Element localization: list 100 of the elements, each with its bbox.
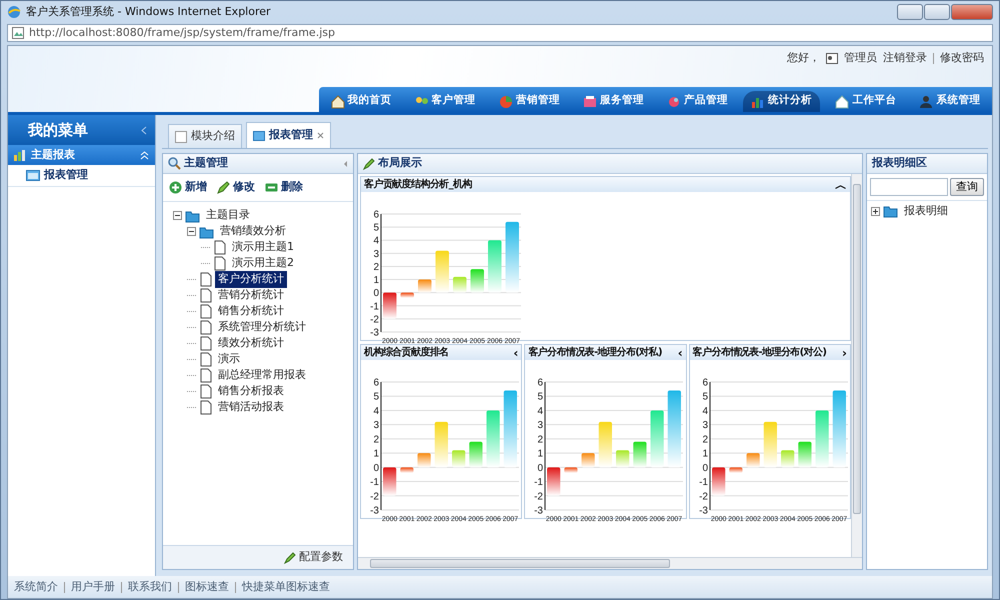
nav-tab[interactable]: 系统管理 xyxy=(911,91,988,112)
user-card-icon xyxy=(826,52,838,64)
bar-chart-icon xyxy=(751,95,766,109)
header-link[interactable]: 修改密码 xyxy=(940,50,984,66)
y-tick-label: -3 xyxy=(370,328,379,338)
y-tick-label: 5 xyxy=(702,392,708,403)
collapse-icon[interactable] xyxy=(344,160,348,166)
footer-link[interactable]: 快捷菜单图标速查 xyxy=(242,578,330,596)
toggle-button[interactable]: ‹ xyxy=(513,346,518,358)
tree-item[interactable]: 客户分析统计 xyxy=(215,271,287,288)
bar xyxy=(469,442,482,468)
sidebar-title: 我的菜单 xyxy=(28,120,88,141)
collapse-icon[interactable] xyxy=(141,126,147,134)
tree-item[interactable]: 主题目录 xyxy=(203,207,253,224)
nav-tab[interactable]: 客户管理 xyxy=(406,91,484,112)
toggle-button[interactable]: ︿ xyxy=(835,178,847,190)
nav-tab[interactable]: 营销管理 xyxy=(490,91,568,112)
document-icon xyxy=(199,352,212,367)
address-bar[interactable]: http://localhost:8080/frame/jsp/system/frame/frame.jsp xyxy=(7,24,993,42)
header-link[interactable]: 注销登录 xyxy=(883,50,927,66)
document-icon xyxy=(213,256,226,271)
tree-item[interactable]: 演示 xyxy=(215,351,243,368)
y-tick-label: -2 xyxy=(370,314,379,326)
collapse-toggle-icon[interactable] xyxy=(173,211,182,220)
scrollbar[interactable] xyxy=(851,174,862,557)
page-icon xyxy=(12,27,24,39)
footer-link[interactable]: 系统简介 xyxy=(14,578,58,596)
y-tick-label: 4 xyxy=(373,236,379,247)
nav-tab[interactable]: 产品管理 xyxy=(659,91,736,112)
folder-icon xyxy=(883,204,898,218)
tree-item[interactable]: 销售分析统计 xyxy=(215,303,287,320)
pencil-icon xyxy=(284,552,296,564)
y-tick-label: 2 xyxy=(373,262,379,273)
y-tick-label: -3 xyxy=(370,506,379,516)
bar xyxy=(488,240,502,293)
collapse-toggle-icon[interactable] xyxy=(187,227,196,236)
maximize-button[interactable] xyxy=(924,4,950,20)
bar xyxy=(780,450,794,468)
bar xyxy=(418,280,432,293)
panel-title: 报表明细区 xyxy=(872,155,927,172)
y-tick-label: 2 xyxy=(702,434,708,446)
greeting-text: 您好， xyxy=(787,50,820,66)
nav-tab[interactable]: 服务管理 xyxy=(574,91,652,112)
nav-tab[interactable]: 统计分析 xyxy=(743,91,820,112)
scrollbar[interactable] xyxy=(358,557,862,569)
footer-link[interactable]: 用户手册 xyxy=(71,578,115,596)
nav-tab[interactable]: 工作平台 xyxy=(827,91,904,112)
bar xyxy=(798,442,812,468)
y-tick-label: 3 xyxy=(538,420,544,432)
search-button[interactable]: 查询 xyxy=(950,178,984,196)
bar xyxy=(486,410,500,468)
expand-toggle-icon[interactable] xyxy=(871,206,880,216)
tree-item[interactable]: 绩效分析统计 xyxy=(215,335,287,352)
tree-item[interactable]: 演示用主题1 xyxy=(229,239,297,256)
bar xyxy=(746,453,760,468)
toolbar-button[interactable]: 删除 xyxy=(265,179,303,196)
tree-item[interactable]: 演示用主题2 xyxy=(229,255,297,272)
bar xyxy=(547,467,561,496)
tree-item[interactable]: 营销绩效分析 xyxy=(217,223,289,240)
toolbar-button[interactable]: 修改 xyxy=(217,179,255,196)
document-icon xyxy=(199,368,212,383)
footer-link[interactable]: 联系我们 xyxy=(128,578,172,596)
tab[interactable]: 报表管理 xyxy=(246,122,331,148)
bar xyxy=(436,250,449,293)
tree-item[interactable]: 系统管理分析统计 xyxy=(215,319,309,336)
menu-group[interactable]: 主题报表 xyxy=(8,145,155,165)
pie-icon xyxy=(498,95,513,109)
y-tick-label: -3 xyxy=(534,506,544,516)
address-text: http://localhost:8080/frame/jsp/system/frame/frame.jsp xyxy=(29,24,335,41)
y-tick-label: 1 xyxy=(702,448,708,460)
close-button[interactable] xyxy=(951,4,993,20)
bar xyxy=(434,422,448,468)
y-tick-label: -3 xyxy=(698,506,708,516)
tab[interactable]: 模块介绍 xyxy=(168,124,242,148)
y-tick-label: 1 xyxy=(373,275,379,286)
tree-item[interactable]: 营销分析统计 xyxy=(215,287,287,304)
y-tick-label: 0 xyxy=(373,462,379,474)
toggle-button[interactable]: › xyxy=(842,346,847,358)
panel-title: 主题管理 xyxy=(184,155,228,172)
tree-item[interactable]: 副总经理常用报表 xyxy=(215,367,309,384)
y-tick-label: 4 xyxy=(538,406,544,417)
document-icon xyxy=(199,400,212,415)
y-tick-label: -1 xyxy=(534,477,544,488)
y-tick-label: 1 xyxy=(373,448,379,460)
toolbar-button[interactable]: 新增 xyxy=(169,179,207,196)
minimize-button[interactable] xyxy=(897,4,923,20)
search-field[interactable] xyxy=(870,178,948,196)
nav-tab[interactable]: 我的首页 xyxy=(322,91,400,112)
tree-item[interactable]: 销售分析报表 xyxy=(215,383,287,400)
bar xyxy=(400,292,414,298)
toggle-button[interactable]: ‹ xyxy=(678,346,683,358)
minus-icon xyxy=(265,180,278,194)
footer-link[interactable]: 图标速查 xyxy=(185,578,229,596)
folder-icon xyxy=(185,208,200,222)
y-tick-label: -2 xyxy=(370,491,379,502)
bar xyxy=(418,453,431,468)
bar xyxy=(506,222,519,293)
tree-item[interactable]: 营销活动报表 xyxy=(215,399,287,416)
close-icon[interactable] xyxy=(317,132,324,139)
tree-item[interactable]: 报表明细 xyxy=(901,202,951,220)
